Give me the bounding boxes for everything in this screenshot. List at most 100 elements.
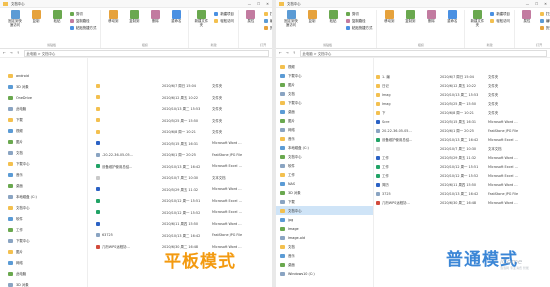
nav-item[interactable]: 图片 [0, 136, 87, 147]
nav-item[interactable]: 软件 [276, 161, 373, 170]
file-row[interactable]: 工作 2020/5/29 周五 11:32 Microsoft Word ... [374, 153, 550, 162]
nav-item[interactable]: 图片 [276, 116, 373, 125]
nav-item[interactable]: 此电脑 [0, 268, 87, 279]
file-row[interactable]: 2020/6/8 周一 10:21 文件夹 [88, 126, 272, 138]
ribbon-small-button[interactable]: 打开 [539, 11, 550, 16]
file-row[interactable]: 2020/6/12 周五 10:22 文件夹 [88, 92, 272, 104]
ribbon-button[interactable]: 粘贴 [325, 10, 341, 24]
nav-item[interactable]: 下载中心 [276, 98, 373, 107]
nav-item[interactable]: android [0, 70, 87, 81]
file-row[interactable]: Imag 2020/10/13 周二 15:53 文件夹 [374, 90, 550, 99]
nav-item[interactable]: OneDrive [0, 92, 87, 103]
file-row[interactable]: 2020/5/29 周五 11:32 Microsoft Word ... [88, 184, 272, 196]
maximize-icon[interactable]: ☐ [257, 2, 260, 6]
ribbon-small-button[interactable]: 轻松访问 [214, 18, 234, 23]
nav-item[interactable]: 图片 [0, 246, 87, 257]
nav-item[interactable]: 本地磁盘 (C:) [276, 143, 373, 152]
nav-item[interactable]: 3D 对象 [0, 279, 87, 287]
file-row[interactable]: 2020/10/7 周三 10:30 文本文档 [88, 172, 272, 184]
back-icon[interactable]: ← [3, 51, 6, 55]
file-row[interactable]: Scre 2020/5/15 周五 16:31 Microsoft Word ... [374, 117, 550, 126]
file-row[interactable]: 2020/6/11 周四 15:50 Microsoft Word ... [88, 218, 272, 230]
maximize-icon[interactable]: ☐ [535, 2, 538, 6]
nav-item[interactable]: 下载中心 [0, 235, 87, 246]
ribbon-small-button[interactable]: 轻松访问 [490, 18, 510, 23]
ribbon-small-button[interactable]: 新建项目 [490, 11, 510, 16]
nav-item[interactable]: 文档中心 [276, 152, 373, 161]
ribbon-small-button[interactable]: 编辑 [263, 18, 272, 23]
ribbon-button[interactable]: 复制 [28, 10, 44, 24]
nav-item[interactable]: 下载中心 [0, 158, 87, 169]
ribbon-small-button[interactable]: 粘贴快捷方式 [70, 25, 96, 30]
nav-item[interactable]: 桌面 [0, 180, 87, 191]
address-bar[interactable]: 此电脑 > 文档中心 [299, 49, 547, 57]
nav-item[interactable]: Image-old [276, 233, 373, 242]
ribbon-small-button[interactable]: 新建项目 [214, 11, 234, 16]
nav-item[interactable]: 本地磁盘 (C:) [0, 191, 87, 202]
nav-item[interactable]: 下载中心 [276, 71, 373, 80]
file-row[interactable]: 63725 2020/10/13 周二 16:42 FastStone JPG Fi… [88, 230, 272, 242]
ribbon-small-button[interactable]: 剪切 [346, 11, 372, 16]
ribbon-small-button[interactable]: 复制路径 [346, 18, 372, 23]
ribbon-small-button[interactable]: 复制路径 [70, 18, 96, 23]
minimize-icon[interactable]: — [526, 2, 529, 6]
nav-item[interactable]: jpg [276, 215, 373, 224]
ribbon-button[interactable]: 移动到 [105, 10, 121, 24]
close-icon[interactable]: ✕ [544, 2, 547, 6]
ribbon-button[interactable]: 属性 [243, 10, 259, 24]
nav-item[interactable]: 工作 [0, 224, 87, 235]
forward-icon[interactable]: → [10, 51, 13, 55]
ribbon-button[interactable]: 复制到 [126, 10, 142, 24]
ribbon-button[interactable]: 属性 [519, 10, 535, 24]
nav-item[interactable]: 视频 [276, 62, 373, 71]
ribbon-small-button[interactable]: 编辑 [539, 18, 550, 23]
close-icon[interactable]: ✕ [266, 2, 269, 6]
file-row[interactable]: 2020/6/7 周日 15:04 文件夹 [88, 80, 272, 92]
nav-item[interactable]: 文档 [276, 242, 373, 251]
file-row[interactable]: 工作 2020/10/12 周一 15:52 Microsoft Excel ... [374, 171, 550, 180]
file-row[interactable]: 工作 2020/10/12 周一 15:51 Microsoft Excel ... [374, 162, 550, 171]
nav-item[interactable]: 桌面 [276, 260, 373, 269]
nav-item[interactable]: 音乐 [276, 134, 373, 143]
file-row[interactable]: 1. 编 2020/6/7 周日 15:04 文件夹 [374, 72, 550, 81]
file-row[interactable]: -20-22-36-05-05... 2020/6/1 周一 20:25 FastS… [88, 149, 272, 161]
ribbon-button[interactable]: 粘贴 [49, 10, 65, 24]
ribbon-small-button[interactable]: 历史记录 [263, 25, 272, 30]
ribbon-small-button[interactable]: 打开 [263, 11, 272, 16]
up-icon[interactable]: ↑ [293, 51, 296, 55]
nav-item[interactable]: 图片 [276, 80, 373, 89]
address-bar[interactable]: 此电脑 > 文档中心 [23, 49, 269, 57]
file-row[interactable]: 设备维护使用总结... 2020/10/13 周二 16:42 Microsoft … [374, 135, 550, 144]
nav-item[interactable]: 网络 [0, 257, 87, 268]
back-icon[interactable]: ← [279, 51, 282, 55]
ribbon-button[interactable]: 删除 [147, 10, 163, 24]
ribbon-button[interactable]: 重命名 [168, 10, 184, 24]
nav-item[interactable]: 网络 [276, 125, 373, 134]
nav-item[interactable]: 文档中心 [276, 206, 373, 215]
nav-item[interactable]: NAS [276, 179, 373, 188]
nav-item[interactable]: 3D 对象 [276, 188, 373, 197]
file-row[interactable]: 简历 2020/6/11 周四 15:50 Microsoft Word ... [374, 180, 550, 189]
nav-item[interactable]: 3D 对象 [0, 81, 87, 92]
file-row[interactable]: 2020/5/25 周一 15:50 文件夹 [88, 115, 272, 127]
nav-item[interactable]: Windows10 (C:) [276, 269, 373, 278]
nav-item[interactable]: 文档 [0, 147, 87, 158]
nav-item[interactable]: 音乐 [0, 169, 87, 180]
file-row[interactable]: Imag 2020/5/25 周一 15:50 文件夹 [374, 99, 550, 108]
nav-item[interactable]: 文档 [276, 89, 373, 98]
ribbon-button[interactable]: 重命名 [444, 10, 460, 24]
nav-item[interactable]: 工作 [276, 170, 373, 179]
file-row[interactable]: 2020/10/13 周二 15:53 文件夹 [88, 103, 272, 115]
up-icon[interactable]: ↑ [17, 51, 20, 55]
file-row[interactable]: 20-22-36-05-05... 2020/6/1 周一 20:25 FastSt… [374, 126, 550, 135]
ribbon-button[interactable]: 新建文件夹 [193, 10, 209, 27]
ribbon-button[interactable]: 复制到 [402, 10, 418, 24]
forward-icon[interactable]: → [286, 51, 289, 55]
nav-item[interactable]: 软件 [0, 213, 87, 224]
nav-item[interactable]: 下载 [0, 114, 87, 125]
nav-item[interactable]: 下载 [276, 197, 373, 206]
ribbon-button[interactable]: 复制 [304, 10, 320, 24]
ribbon-button[interactable]: 固定到快速访问 [7, 10, 23, 27]
file-row[interactable]: 2020/10/7 周三 10:30 文本文档 [374, 144, 550, 153]
file-row[interactable]: 2020/10/12 周一 15:52 Microsoft Excel ... [88, 207, 272, 219]
